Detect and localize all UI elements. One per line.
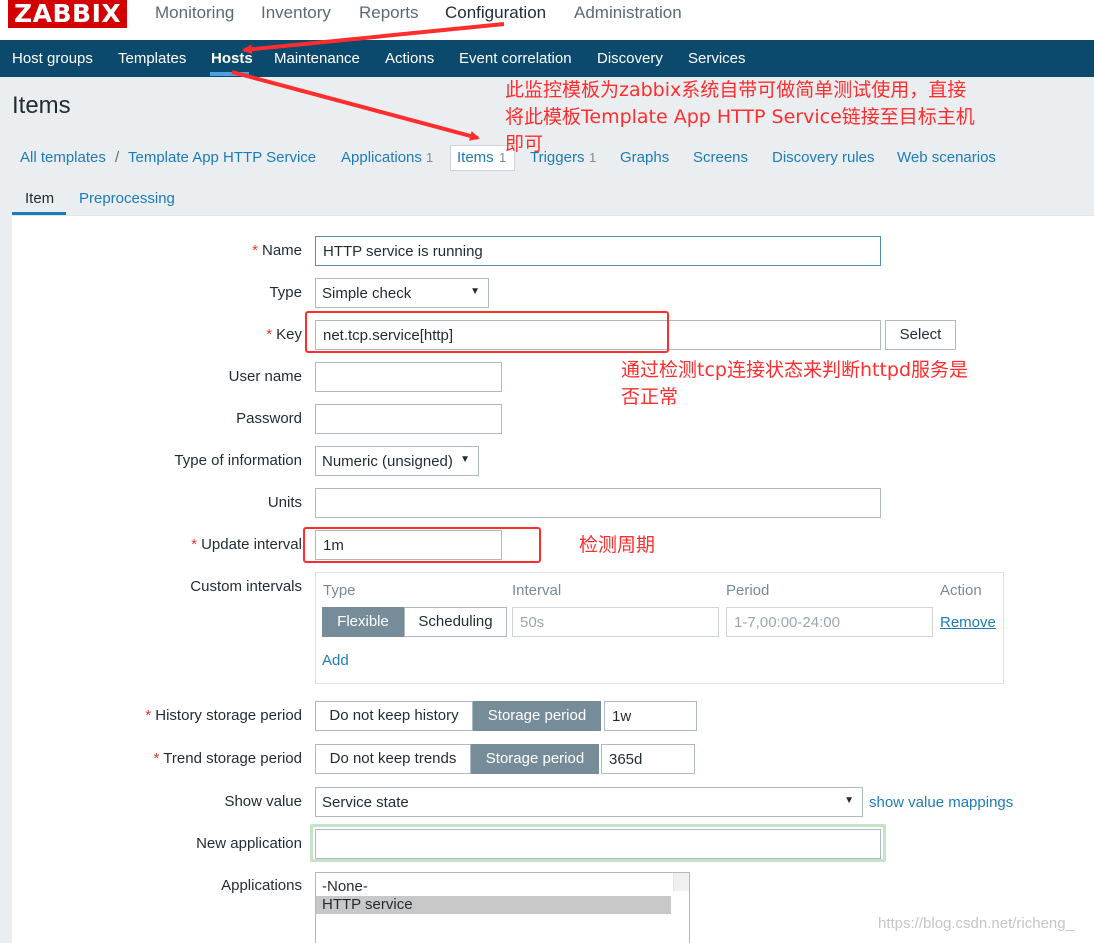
interval-highlight-box xyxy=(303,527,541,563)
item-tabs: Item Preprocessing xyxy=(12,178,1094,216)
watermark: https://blog.csdn.net/richeng_ xyxy=(878,915,1074,932)
submenu-hosts[interactable]: Hosts xyxy=(211,50,253,67)
history-label: * History storage period xyxy=(145,707,302,724)
menu-administration[interactable]: Administration xyxy=(574,3,682,23)
menu-monitoring[interactable]: Monitoring xyxy=(155,3,234,23)
add-interval-link[interactable]: Add xyxy=(322,652,349,669)
trends-storage-period-button[interactable]: Storage period xyxy=(471,744,599,774)
menu-configuration[interactable]: Configuration xyxy=(445,3,546,23)
custom-intervals-label: Custom intervals xyxy=(190,578,302,595)
units-input[interactable] xyxy=(315,488,881,518)
key-annotation: 通过检测tcp连接状态来判断httpd服务是 否正常 xyxy=(621,359,969,408)
applications-listbox[interactable]: -None- HTTP service xyxy=(315,872,690,943)
remove-interval-link[interactable]: Remove xyxy=(940,614,996,631)
application-option-http-service[interactable]: HTTP service xyxy=(316,896,671,914)
menu-reports[interactable]: Reports xyxy=(359,3,419,23)
type-of-information-label: Type of information xyxy=(174,452,302,469)
chevron-down-icon: ▼ xyxy=(844,795,854,806)
template-annotation: 此监控模板为zabbix系统自带可做简单测试使用，直接 将此模板Template… xyxy=(505,79,975,155)
active-submenu-indicator xyxy=(210,72,249,76)
ci-header-action: Action xyxy=(940,582,982,599)
submenu-host-groups[interactable]: Host groups xyxy=(12,50,93,67)
applications-count: 1 xyxy=(426,150,434,165)
new-application-label: New application xyxy=(196,835,302,852)
chevron-down-icon: ▼ xyxy=(460,454,470,465)
name-label: * Name xyxy=(252,242,302,259)
submenu-maintenance[interactable]: Maintenance xyxy=(274,50,360,67)
active-tab-indicator xyxy=(12,212,66,215)
select-key-button[interactable]: Select xyxy=(885,320,956,350)
show-value-mappings-link[interactable]: show value mappings xyxy=(869,794,1013,811)
application-option-none[interactable]: -None- xyxy=(316,878,689,896)
tab-item[interactable]: Item xyxy=(25,190,54,207)
type-label: Type xyxy=(269,284,302,301)
type-select[interactable]: Simple check ▼ xyxy=(315,278,489,308)
configuration-submenu: Host groups Templates Hosts Maintenance … xyxy=(0,40,1094,77)
submenu-services[interactable]: Services xyxy=(688,50,746,67)
do-not-keep-history-button[interactable]: Do not keep history xyxy=(315,701,473,731)
new-application-input[interactable] xyxy=(315,829,881,859)
top-header: ZABBIX Monitoring Inventory Reports Conf… xyxy=(0,0,1094,40)
update-interval-label: * Update interval xyxy=(191,536,302,553)
ci-header-interval: Interval xyxy=(512,582,562,599)
ci-header-type: Type xyxy=(323,582,356,599)
interval-annotation: 检测周期 xyxy=(579,534,656,556)
crumb-applications[interactable]: Applications xyxy=(341,149,422,166)
listbox-scrollbar[interactable] xyxy=(673,873,689,891)
password-label: Password xyxy=(236,410,302,427)
crumb-separator: / xyxy=(115,149,120,166)
page-title: Items xyxy=(12,92,71,119)
interval-input[interactable]: 50s xyxy=(512,607,719,637)
flexible-toggle[interactable]: Flexible xyxy=(322,607,404,637)
crumb-template[interactable]: Template App HTTP Service xyxy=(128,149,316,166)
trends-label: * Trend storage period xyxy=(153,750,302,767)
key-label: * Key xyxy=(266,326,302,343)
tab-preprocessing[interactable]: Preprocessing xyxy=(79,190,175,207)
user-name-input[interactable] xyxy=(315,362,502,392)
units-label: Units xyxy=(267,494,302,511)
do-not-keep-trends-button[interactable]: Do not keep trends xyxy=(315,744,471,774)
name-input[interactable]: HTTP service is running xyxy=(315,236,881,266)
custom-intervals-table: Type Interval Period Action Flexible Sch… xyxy=(315,572,1004,684)
applications-label: Applications xyxy=(221,877,302,894)
chevron-down-icon: ▼ xyxy=(470,286,480,297)
submenu-actions[interactable]: Actions xyxy=(385,50,434,67)
period-input[interactable]: 1-7,00:00-24:00 xyxy=(726,607,933,637)
arrow-to-items xyxy=(231,70,480,141)
crumb-items[interactable]: Items xyxy=(457,149,494,166)
crumb-all-templates[interactable]: All templates xyxy=(20,149,106,166)
menu-inventory[interactable]: Inventory xyxy=(261,3,331,23)
show-value-label: Show value xyxy=(224,793,302,810)
scheduling-toggle[interactable]: Scheduling xyxy=(404,607,507,637)
ci-header-period: Period xyxy=(726,582,770,599)
submenu-discovery[interactable]: Discovery xyxy=(597,50,663,67)
type-of-information-select[interactable]: Numeric (unsigned) ▼ xyxy=(315,446,479,476)
history-storage-period-button[interactable]: Storage period xyxy=(473,701,601,731)
zabbix-logo[interactable]: ZABBIX xyxy=(8,0,128,28)
history-period-input[interactable]: 1w xyxy=(604,701,697,731)
trends-period-input[interactable]: 365d xyxy=(601,744,695,774)
password-input[interactable] xyxy=(315,404,502,434)
user-name-label: User name xyxy=(228,368,302,385)
submenu-event-correlation[interactable]: Event correlation xyxy=(459,50,572,67)
show-value-select[interactable]: Service state ▼ xyxy=(315,787,863,817)
key-highlight-box xyxy=(305,311,669,353)
submenu-templates[interactable]: Templates xyxy=(118,50,186,67)
